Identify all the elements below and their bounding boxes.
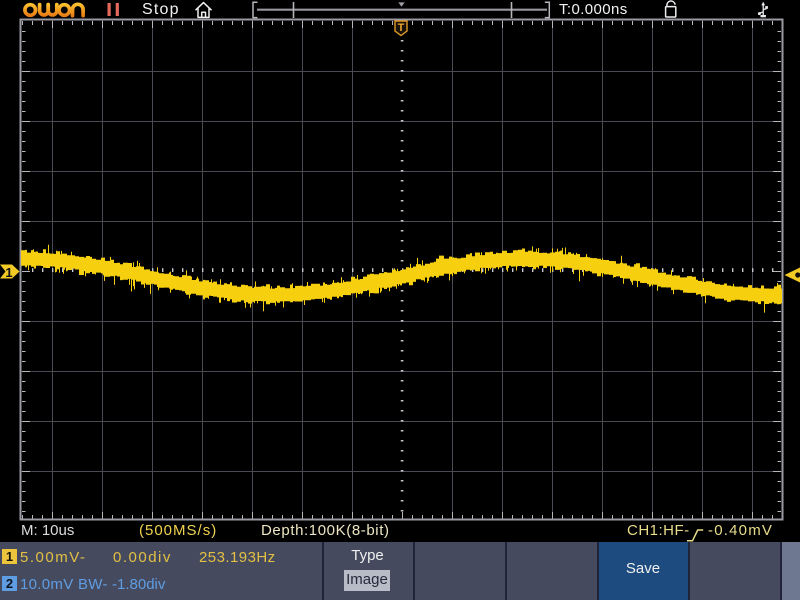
svg-text:T: T <box>398 22 405 34</box>
svg-text:1: 1 <box>5 265 12 280</box>
